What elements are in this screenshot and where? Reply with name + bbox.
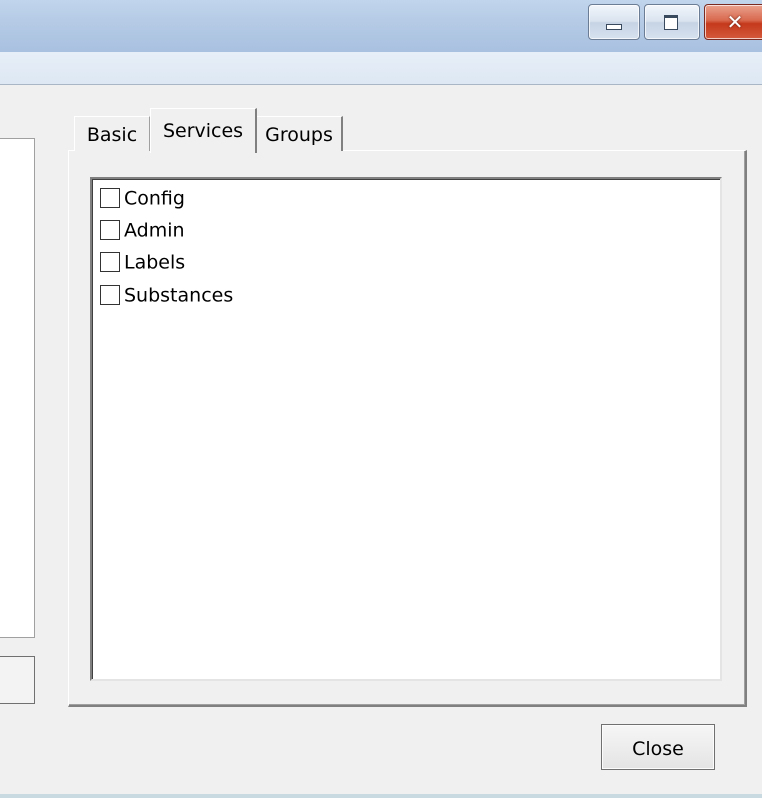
left-panel-button[interactable] xyxy=(0,656,35,704)
checkbox[interactable] xyxy=(100,187,120,208)
service-item-labels[interactable]: Labels xyxy=(100,247,185,277)
window-close-button[interactable]: ✕ xyxy=(704,4,762,40)
checkbox[interactable] xyxy=(100,284,120,305)
maximize-icon xyxy=(664,15,678,30)
tab-groups[interactable]: Groups xyxy=(256,116,343,151)
minimize-button[interactable] xyxy=(588,4,640,40)
service-label: Labels xyxy=(124,251,186,274)
service-item-admin[interactable]: Admin xyxy=(100,215,185,245)
tab-services[interactable]: Services xyxy=(150,108,257,153)
service-label: Admin xyxy=(124,219,185,242)
menu-bar xyxy=(0,52,762,85)
close-button[interactable]: Close xyxy=(601,724,715,770)
tab-basic[interactable]: Basic xyxy=(74,116,150,151)
service-item-substances[interactable]: Substances xyxy=(100,280,233,310)
services-checklist[interactable]: Config Admin Labels Substances xyxy=(90,177,722,681)
checkbox[interactable] xyxy=(100,251,120,272)
service-item-config[interactable]: Config xyxy=(100,183,185,213)
minimize-icon xyxy=(606,24,622,30)
close-icon: ✕ xyxy=(726,10,744,34)
service-label: Config xyxy=(124,187,185,210)
checkbox[interactable] xyxy=(100,219,120,240)
maximize-button[interactable] xyxy=(644,4,700,40)
window-bottom-edge xyxy=(0,794,762,798)
left-list-panel[interactable] xyxy=(0,138,35,638)
window-titlebar[interactable]: ✕ xyxy=(0,0,762,53)
service-label: Substances xyxy=(124,284,234,307)
